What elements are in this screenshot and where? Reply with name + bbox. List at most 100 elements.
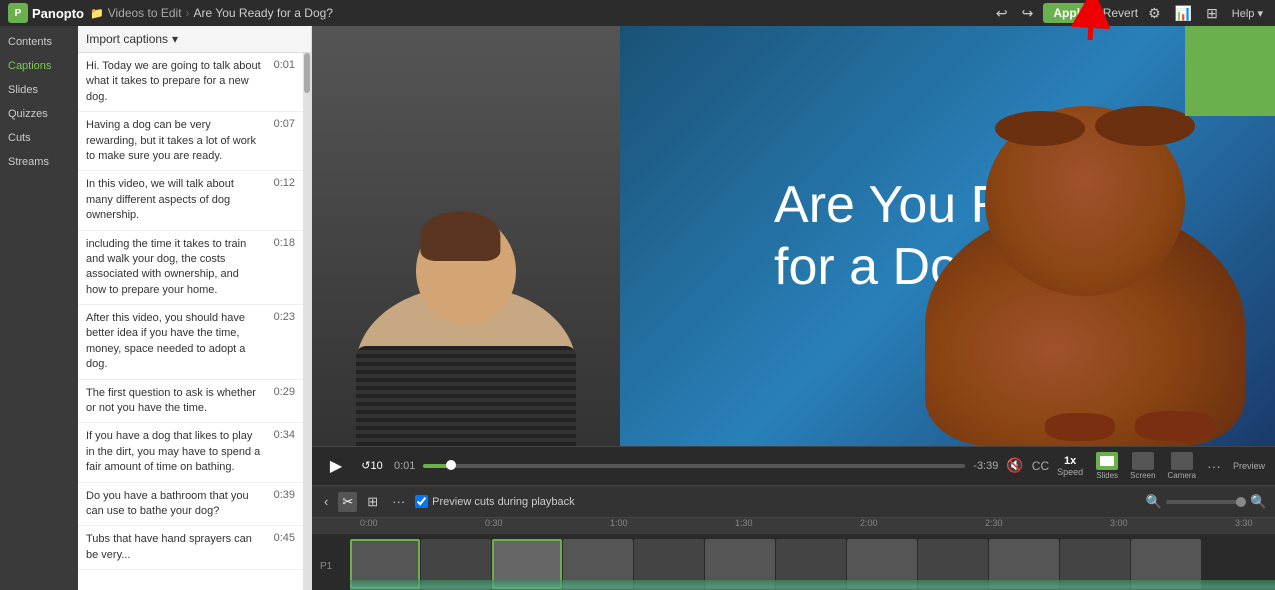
caption-item-7[interactable]: Do you have a bathroom that you can use …: [78, 483, 303, 527]
zoom-thumb[interactable]: [1236, 497, 1246, 507]
progress-bar[interactable]: [423, 464, 965, 468]
apply-button[interactable]: Apply: [1043, 3, 1096, 23]
caption-text-8: Tubs that have hand sprayers can be very…: [86, 532, 261, 563]
zoom-out-btn[interactable]: 🔍: [1146, 494, 1163, 510]
preview-label: Preview: [1233, 461, 1265, 471]
speed-value: 1x: [1064, 455, 1076, 467]
caption-text-2: In this video, we will talk about many d…: [86, 177, 261, 223]
slides-mode-btn[interactable]: Slides: [1091, 449, 1123, 483]
toolbar-right: ↩ ↪ Apply Revert ⚙ 📊 ⊞ Help ▾: [992, 3, 1267, 24]
import-captions-bar[interactable]: Import captions ▾: [78, 26, 311, 53]
preview-checkbox-input[interactable]: [415, 495, 428, 508]
main-layout: Contents Captions Slides Quizzes Cuts St…: [0, 26, 1275, 590]
sidebar-item-cuts[interactable]: Cuts: [0, 126, 78, 150]
preview-checkbox-label[interactable]: Preview cuts during playback: [415, 495, 574, 508]
green-bar: [1185, 26, 1275, 116]
skip-back-button[interactable]: ↺10: [358, 452, 386, 480]
tick-330: 3:30: [1235, 518, 1253, 528]
layout-button[interactable]: ⊞: [1202, 3, 1222, 24]
caption-text-6: If you have a dog that likes to play in …: [86, 429, 261, 475]
caption-time-0: 0:01: [267, 59, 295, 105]
folder-icon: 📁: [90, 7, 104, 20]
sidebar-item-captions[interactable]: Captions: [0, 54, 78, 78]
breadcrumb-page: Are You Ready for a Dog?: [194, 6, 333, 20]
panopto-icon: P: [8, 3, 28, 23]
breadcrumb-folder[interactable]: Videos to Edit: [108, 6, 182, 20]
caption-item-5[interactable]: The first question to ask is whether or …: [78, 380, 303, 424]
screen-mode-btn[interactable]: Screen: [1125, 449, 1160, 483]
caption-text-4: After this video, you should have better…: [86, 311, 261, 373]
camera-mode-label: Camera: [1168, 471, 1196, 480]
screen-mode-icon: [1132, 452, 1154, 470]
revert-button[interactable]: Revert: [1103, 6, 1138, 20]
caption-time-6: 0:34: [267, 429, 295, 475]
redo-button[interactable]: ↪: [1018, 3, 1038, 24]
tick-200: 2:00: [860, 518, 878, 528]
video-area: Are You Ready for a Dog?: [312, 26, 1275, 590]
current-time: 0:01: [394, 460, 415, 472]
play-button[interactable]: ▶: [322, 452, 350, 480]
caption-item-8[interactable]: Tubs that have hand sprayers can be very…: [78, 526, 303, 570]
tick-0: 0:00: [360, 518, 378, 528]
tick-300: 3:00: [1110, 518, 1128, 528]
caption-item-6[interactable]: If you have a dog that likes to play in …: [78, 423, 303, 482]
progress-thumb[interactable]: [446, 460, 456, 470]
caption-time-4: 0:23: [267, 311, 295, 373]
zoom-controls: 🔍 🔍: [1146, 494, 1267, 510]
caption-text-7: Do you have a bathroom that you can use …: [86, 489, 261, 520]
help-button[interactable]: Help ▾: [1228, 5, 1267, 22]
logo-text: Panopto: [32, 6, 84, 21]
sidebar-item-quizzes[interactable]: Quizzes: [0, 102, 78, 126]
thumbnail-strip: [350, 539, 1275, 590]
tick-100: 1:00: [610, 518, 628, 528]
camera-mode-icon: [1171, 452, 1193, 470]
zoom-slider[interactable]: [1166, 500, 1246, 504]
zoom-in-btn[interactable]: 🔍: [1250, 494, 1267, 510]
breadcrumb-sep: ›: [186, 6, 190, 20]
scrollbar-track[interactable]: [303, 53, 311, 590]
caption-item-2[interactable]: In this video, we will talk about many d…: [78, 171, 303, 230]
caption-text-0: Hi. Today we are going to talk about wha…: [86, 59, 261, 105]
settings-button[interactable]: ⚙: [1144, 3, 1165, 24]
caption-time-2: 0:12: [267, 177, 295, 223]
import-chevron: ▾: [172, 32, 178, 46]
caption-item-4[interactable]: After this video, you should have better…: [78, 305, 303, 380]
slides-mode-icon: [1096, 452, 1118, 470]
caption-time-1: 0:07: [267, 118, 295, 164]
video-top: Are You Ready for a Dog?: [312, 26, 1275, 446]
topbar: P Panopto 📁 Videos to Edit › Are You Rea…: [0, 0, 1275, 26]
undo-button[interactable]: ↩: [992, 3, 1012, 24]
tick-130: 1:30: [735, 518, 753, 528]
caption-item-0[interactable]: Hi. Today we are going to talk about wha…: [78, 53, 303, 112]
dog-image: [905, 136, 1245, 446]
more-views-button[interactable]: ···: [1203, 458, 1225, 474]
main-video-slide: Are You Ready for a Dog?: [620, 26, 1275, 446]
caption-text-1: Having a dog can be very rewarding, but …: [86, 118, 261, 164]
captions-toggle[interactable]: CC: [1032, 459, 1049, 473]
scrollbar-thumb[interactable]: [304, 53, 310, 93]
timeline-ruler: 0:00 0:30 1:00 1:30 2:00 2:30 3:00 3:30: [312, 518, 1275, 534]
caption-text-3: including the time it takes to train and…: [86, 237, 261, 299]
volume-button[interactable]: 🔇: [1006, 457, 1023, 474]
sidebar-item-slides[interactable]: Slides: [0, 78, 78, 102]
timeline: ‹ ✂ ⊞ ··· Preview cuts during playback 🔍…: [312, 485, 1275, 590]
camera-mode-btn[interactable]: Camera: [1163, 449, 1201, 483]
speed-label: Speed: [1057, 467, 1083, 477]
sidebar-item-contents[interactable]: Contents: [0, 30, 78, 54]
timeline-toolbar: ‹ ✂ ⊞ ··· Preview cuts during playback 🔍…: [312, 486, 1275, 518]
caption-item-3[interactable]: including the time it takes to train and…: [78, 231, 303, 306]
stats-button[interactable]: 📊: [1171, 3, 1196, 24]
speed-control[interactable]: 1x Speed: [1057, 455, 1083, 477]
person-silhouette: [312, 26, 620, 446]
tick-30: 0:30: [485, 518, 503, 528]
more-tools-btn[interactable]: ···: [388, 492, 409, 511]
content-panel: Import captions ▾ Hi. Today we are going…: [78, 26, 312, 590]
import-label: Import captions: [86, 32, 168, 46]
caption-time-3: 0:18: [267, 237, 295, 299]
back-btn[interactable]: ‹: [320, 492, 332, 511]
zoom-fit-btn[interactable]: ⊞: [363, 492, 382, 512]
caption-item-1[interactable]: Having a dog can be very rewarding, but …: [78, 112, 303, 171]
slide-content: Are You Ready for a Dog?: [620, 26, 1275, 446]
sidebar-item-streams[interactable]: Streams: [0, 150, 78, 174]
cut-tool[interactable]: ✂: [338, 492, 357, 512]
